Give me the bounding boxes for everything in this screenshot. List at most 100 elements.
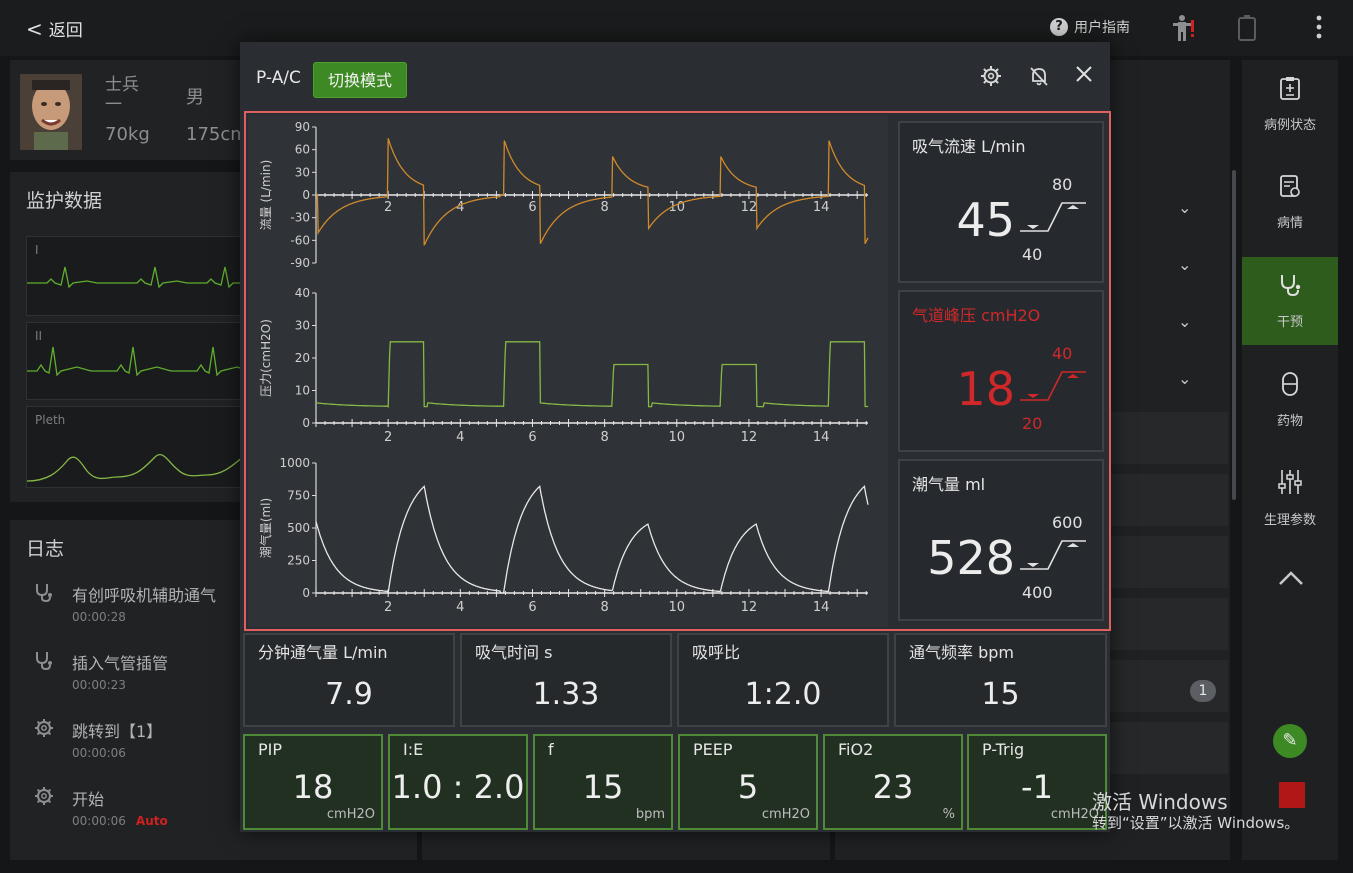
patient-avatar <box>20 74 82 150</box>
measure-label: 分钟通气量 L/min <box>258 643 388 662</box>
y-tick-label: 20 <box>295 351 310 365</box>
more-menu-icon[interactable] <box>1314 14 1324 46</box>
vital-tidal-volume: 潮气量 ml 528 600 400 <box>898 459 1104 621</box>
vital-label: 潮气量 ml <box>912 475 986 494</box>
sidebar-item-label: 干预 <box>1276 314 1303 330</box>
axis-label: 压力(cmH2O) <box>259 319 273 397</box>
x-tick-label: 4 <box>456 600 464 615</box>
setting-pip[interactable]: PIP 18 cmH2O <box>243 734 383 830</box>
patient-gender: 男 <box>186 87 204 108</box>
list-item[interactable] <box>1110 536 1228 588</box>
user-guide-label: 用户指南 <box>1074 20 1130 36</box>
edit-icon: ✎ <box>1282 730 1298 751</box>
alarm-mute-icon[interactable] <box>1028 65 1050 92</box>
stethoscope-icon <box>34 650 56 692</box>
ecg-lead-i: I <box>26 236 243 316</box>
y-tick-label: 0 <box>302 586 310 600</box>
y-tick-label: 60 <box>295 143 310 157</box>
log-item[interactable]: 插入气管插管 00:00:23 <box>34 650 168 692</box>
x-tick-label: 2 <box>384 200 392 215</box>
setting-frequency[interactable]: f 15 bpm <box>533 734 673 830</box>
log-item-title: 插入气管插管 <box>72 654 169 673</box>
measure-value: 15 <box>981 677 1020 712</box>
log-item-title: 开始 <box>72 790 105 809</box>
waveform-plot: 流量 (L/min) 90 60 30 0 -30 -60 -90 2 4 6 8 10 12 14 压力(c… <box>248 115 888 627</box>
y-tick-label: 0 <box>302 416 310 430</box>
axis-label: 流量 (L/min) <box>259 160 273 231</box>
person-alert-icon[interactable] <box>1172 14 1196 46</box>
list-item[interactable] <box>1110 722 1228 774</box>
setting-value: 1.0 : 2.0 <box>391 768 525 806</box>
vital-peak-pressure: 气道峰压 cmH2O 18 40 20 <box>898 290 1104 452</box>
sidebar-item-label: 药物 <box>1276 413 1303 429</box>
log-item[interactable]: 有创呼吸机辅助通气 00:00:28 <box>34 582 216 624</box>
gear-icon <box>34 718 56 760</box>
back-button[interactable]: < 返回 <box>26 16 83 42</box>
close-icon[interactable] <box>1075 65 1093 88</box>
log-item[interactable]: 跳转到【1】 00:00:06 <box>34 718 162 760</box>
setting-ie[interactable]: I:E 1.0 : 2.0 <box>388 734 528 830</box>
x-tick-label: 14 <box>813 430 830 445</box>
bottom-panel <box>422 830 830 860</box>
record-icon <box>1279 174 1301 204</box>
scrollbar[interactable] <box>1232 170 1236 500</box>
sidebar-item-drugs[interactable]: 药物 <box>1242 356 1338 444</box>
vital-low-limit: 40 <box>1022 245 1043 264</box>
waveform-series <box>316 341 868 408</box>
list-item[interactable] <box>1110 598 1228 650</box>
stethoscope-icon <box>34 582 56 624</box>
chevron-up-icon[interactable] <box>1278 570 1304 590</box>
switch-mode-button[interactable]: 切换模式 <box>313 62 407 98</box>
sidebar-item-label: 病例状态 <box>1263 117 1316 133</box>
gear-icon[interactable] <box>980 65 1002 92</box>
x-tick-label: 8 <box>600 600 608 615</box>
y-tick-label: 30 <box>295 165 310 179</box>
vital-value: 45 <box>956 193 1015 247</box>
setting-value: 18 <box>292 768 334 806</box>
setting-unit: % <box>942 807 955 822</box>
setting-label: f <box>548 740 554 759</box>
pleth-trace: Pleth <box>26 406 243 488</box>
setting-ptrig[interactable]: P-Trig -1 cmH2O <box>967 734 1107 830</box>
ecg-lead-ii: II <box>26 322 243 400</box>
edit-note-button[interactable]: ✎ <box>1273 724 1307 758</box>
setting-label: PIP <box>258 740 283 759</box>
battery-icon <box>1237 14 1257 46</box>
y-tick-label: 40 <box>295 286 310 300</box>
monitor-title: 监护数据 <box>26 190 103 212</box>
count-badge: 1 <box>1190 680 1216 702</box>
list-item[interactable] <box>1110 412 1228 464</box>
measure-value: 1.33 <box>532 677 600 712</box>
log-item-time: 00:00:23 <box>72 678 126 692</box>
sidebar-item-physio-params[interactable]: 生理参数 <box>1242 454 1338 542</box>
alarm-limit-icon <box>1020 371 1086 401</box>
ventilation-mode: P-A/C <box>256 68 301 88</box>
vital-value: 528 <box>927 531 1015 585</box>
sidebar-item-case-status[interactable]: 病例状态 <box>1242 60 1338 148</box>
chevron-down-icon[interactable]: ⌄ <box>1178 312 1191 331</box>
chevron-down-icon[interactable]: ⌄ <box>1178 198 1191 217</box>
user-guide-button[interactable]: ? 用户指南 <box>1050 17 1130 37</box>
sidebar-item-condition[interactable]: 病情 <box>1242 158 1338 246</box>
alarm-limit-icon <box>1020 540 1086 570</box>
setting-peep[interactable]: PEEP 5 cmH2O <box>678 734 818 830</box>
chevron-down-icon[interactable]: ⌄ <box>1178 369 1191 388</box>
stop-button[interactable] <box>1279 782 1305 808</box>
vital-label: 气道峰压 cmH2O <box>912 306 1041 325</box>
setting-value: 23 <box>872 768 914 806</box>
y-tick-label: -60 <box>290 233 310 247</box>
chevron-down-icon[interactable]: ⌄ <box>1178 255 1191 274</box>
setting-label: I:E <box>403 740 424 759</box>
log-item[interactable]: 开始 00:00:06 Auto <box>34 786 168 828</box>
log-title: 日志 <box>26 538 65 560</box>
y-tick-label: -90 <box>290 256 310 270</box>
vital-low-limit: 20 <box>1022 414 1043 433</box>
setting-unit: cmH2O <box>761 807 810 822</box>
y-tick-label: 90 <box>295 120 310 134</box>
log-item-time: 00:00:06 <box>72 814 126 828</box>
list-item[interactable] <box>1110 474 1228 526</box>
capsule-icon <box>1279 371 1301 402</box>
setting-fio2[interactable]: FiO2 23 % <box>823 734 963 830</box>
sidebar-item-intervention[interactable]: 干预 <box>1242 257 1338 345</box>
vital-insp-flow: 吸气流速 L/min 45 80 40 <box>898 121 1104 283</box>
